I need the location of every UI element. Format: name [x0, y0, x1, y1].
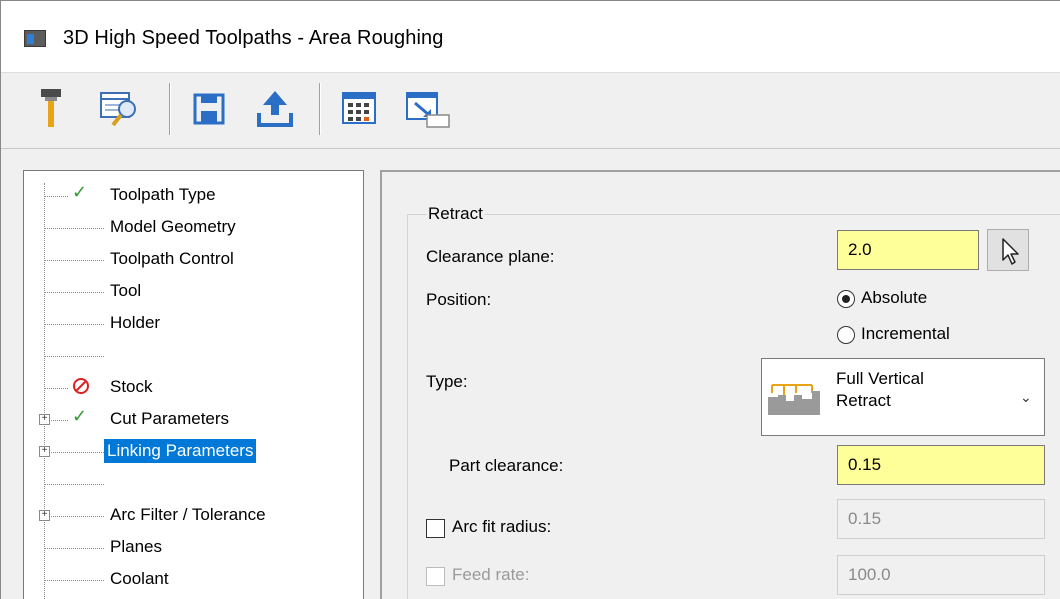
tree-connector [44, 580, 104, 581]
tree-connector [44, 388, 68, 389]
full-vertical-retract-icon [768, 384, 820, 415]
position-absolute-label: Absolute [861, 288, 928, 307]
expand-icon[interactable]: + [39, 446, 50, 457]
tree-item-model-geometry[interactable]: Model Geometry [110, 215, 236, 239]
expand-icon[interactable]: + [39, 510, 50, 521]
tree-connector [44, 548, 104, 549]
tree-connector [51, 420, 68, 421]
arc-fit-radius-checkbox[interactable] [426, 519, 445, 538]
error-icon [71, 376, 91, 401]
tree-item-coolant[interactable]: Coolant [110, 567, 169, 591]
check-icon: ✓ [72, 182, 88, 202]
cursor-icon [1002, 238, 1019, 265]
save-icon[interactable] [187, 85, 231, 131]
toolbar-separator [169, 83, 171, 135]
expand-icon[interactable]: + [39, 414, 50, 425]
retract-type-line2: Retract [836, 391, 891, 410]
position-absolute-radio[interactable] [837, 290, 855, 308]
tree-connector [44, 183, 45, 599]
minimize-icon[interactable] [403, 85, 450, 131]
clearance-plane-label: Clearance plane: [426, 247, 555, 266]
select-point-button[interactable] [987, 229, 1029, 271]
part-clearance-label: Part clearance: [449, 456, 564, 475]
tree-item-linking-parameters[interactable]: Linking Parameters [104, 439, 257, 463]
part-clearance-input[interactable]: 0.15 [837, 445, 1045, 485]
tree-item-toolpath-type[interactable]: Toolpath Type [110, 183, 216, 207]
tree-connector [44, 228, 104, 229]
position-incremental-label: Incremental [861, 324, 950, 343]
check-icon: ✓ [72, 406, 88, 426]
chevron-down-icon: ⌄ [1020, 389, 1032, 405]
type-label: Type: [426, 372, 468, 391]
feed-rate-checkbox [426, 567, 445, 586]
app-icon [24, 30, 46, 47]
retract-type-dropdown[interactable]: Full Vertical Retract ⌄ [761, 358, 1045, 436]
arc-fit-radius-label: Arc fit radius: [452, 517, 552, 536]
toolbar-separator [319, 83, 321, 135]
feed-rate-input: 100.0 [837, 555, 1045, 595]
calculator-icon[interactable] [337, 85, 381, 131]
tree-connector [51, 516, 104, 517]
tree-item-planes[interactable]: Planes [110, 535, 162, 559]
feed-rate-label: Feed rate: [452, 565, 530, 584]
export-icon[interactable] [253, 85, 297, 131]
tree-item-arc-filter-tolerance[interactable]: Arc Filter / Tolerance [110, 503, 266, 527]
tree-item-tool[interactable]: Tool [110, 279, 141, 303]
tree-item-toolpath-control[interactable]: Toolpath Control [110, 247, 234, 271]
retract-type-line1: Full Vertical [836, 369, 924, 388]
tree-connector [44, 484, 104, 485]
retract-group-label: Retract [426, 204, 485, 224]
tree-item-holder[interactable]: Holder [110, 311, 160, 335]
position-label: Position: [426, 290, 492, 309]
window-title: 3D High Speed Toolpaths - Area Roughing [63, 27, 444, 49]
tool-icon[interactable] [29, 85, 73, 131]
arc-fit-radius-input: 0.15 [837, 499, 1045, 539]
tree-connector [44, 260, 104, 261]
toolbar [1, 73, 1060, 149]
preview-icon[interactable] [97, 85, 141, 131]
retract-type-value: Full Vertical Retract [836, 368, 924, 412]
tree-item-cut-parameters[interactable]: Cut Parameters [110, 407, 229, 431]
tree-connector [44, 292, 104, 293]
tree-connector [44, 324, 104, 325]
tree-item-stock[interactable]: Stock [110, 375, 153, 399]
tree-connector [44, 356, 104, 357]
position-incremental-radio[interactable] [837, 326, 855, 344]
dialog-window: 3D High Speed Toolpaths - Area Roughing [0, 0, 1060, 599]
clearance-plane-input[interactable]: 2.0 [837, 230, 979, 270]
title-bar: 3D High Speed Toolpaths - Area Roughing [1, 1, 1060, 73]
navigation-tree: ✓ Toolpath Type Model Geometry Toolpath … [23, 170, 364, 599]
tree-connector [44, 196, 68, 197]
tree-connector [51, 452, 104, 453]
